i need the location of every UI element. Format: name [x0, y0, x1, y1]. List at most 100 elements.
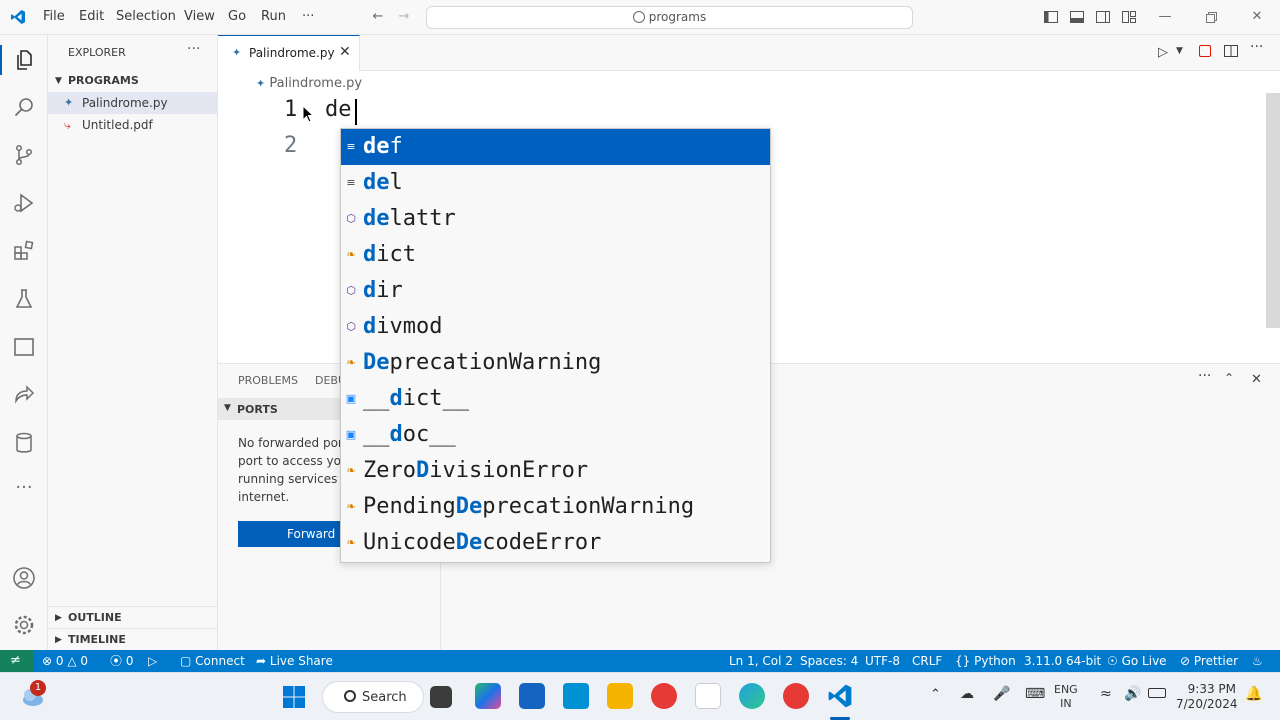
keyboard-icon[interactable]: ⌨ — [1025, 686, 1045, 702]
wps-office-icon[interactable] — [651, 683, 677, 709]
folder-programs[interactable]: ▼ PROGRAMS — [48, 70, 218, 92]
wifi-icon[interactable]: ≈ — [1100, 686, 1112, 702]
cortana-app-icon[interactable] — [563, 683, 589, 709]
suggestion-item[interactable]: ❧ dict — [341, 237, 770, 273]
suggestion-item[interactable]: ❧ DeprecationWarning — [341, 345, 770, 381]
settings-gear-icon[interactable] — [12, 613, 36, 637]
cursor-position[interactable]: Ln 1, Col 2 — [729, 650, 793, 672]
testing-icon[interactable] — [12, 287, 36, 311]
go-live-status[interactable]: ☉ Go Live — [1107, 650, 1167, 672]
microphone-icon[interactable]: 🎤 — [993, 686, 1010, 702]
microsoft-store-icon[interactable] — [519, 683, 545, 709]
accounts-icon[interactable] — [12, 566, 36, 590]
code-line-1: de — [325, 97, 352, 122]
show-hidden-icons-icon[interactable]: ⌃ — [930, 687, 941, 702]
suggestion-item[interactable]: ⬡ divmod — [341, 309, 770, 345]
command-center-search[interactable]: programs — [426, 6, 913, 29]
toggle-panel-icon[interactable] — [1069, 9, 1085, 25]
outline-section[interactable]: ▶ OUTLINE — [48, 606, 218, 628]
menu-more[interactable]: ··· — [302, 9, 314, 24]
tab-palindrome[interactable]: ✦ Palindrome.py ✕ — [218, 35, 360, 71]
tab-problems[interactable]: PROBLEMS — [238, 374, 298, 387]
suggestion-label: dict — [363, 237, 416, 273]
suggestion-item[interactable]: ❧ UnicodeDecodeError — [341, 525, 770, 561]
minimize-icon[interactable]: — — [1157, 9, 1173, 25]
ports-status[interactable]: ⦿ 0 — [110, 650, 133, 672]
menu-edit[interactable]: Edit — [79, 9, 104, 24]
close-panel-icon[interactable]: ✕ — [1251, 372, 1262, 387]
suggestion-item[interactable]: ❧ ZeroDivisionError — [341, 453, 770, 489]
explorer-icon[interactable] — [12, 48, 36, 72]
maximize-panel-icon[interactable]: ⌃ — [1224, 371, 1234, 385]
chrome-browser-icon[interactable] — [783, 683, 809, 709]
search-icon[interactable] — [12, 95, 36, 119]
copilot-icon[interactable] — [475, 683, 501, 709]
ultraviewer-app-icon[interactable] — [695, 683, 721, 709]
restore-icon[interactable] — [1203, 9, 1219, 25]
onedrive-icon[interactable]: ☁ — [960, 686, 974, 702]
database-icon[interactable] — [12, 431, 36, 455]
keyword-icon: ≡ — [346, 176, 356, 189]
notification-bell-icon[interactable]: 🔔 — [1245, 686, 1262, 702]
menu-selection[interactable]: Selection — [116, 9, 176, 24]
python-interpreter[interactable]: 3.11.0 64-bit — [1024, 650, 1101, 672]
menu-view[interactable]: View — [184, 9, 215, 24]
stop-icon[interactable] — [1199, 45, 1211, 57]
problems-status[interactable]: ⊗ 0 △ 0 — [42, 650, 88, 672]
split-editor-icon[interactable] — [1223, 43, 1239, 62]
windows-start-icon[interactable] — [282, 685, 306, 709]
menu-run[interactable]: Run — [261, 9, 286, 24]
run-dropdown-icon[interactable]: ▼ — [1176, 46, 1183, 56]
connect-status[interactable]: ▢ Connect — [180, 650, 245, 672]
prettier-status[interactable]: ⊘ Prettier — [1180, 650, 1238, 672]
edge-browser-icon[interactable] — [739, 683, 765, 709]
toggle-secondary-sidebar-icon[interactable] — [1095, 9, 1111, 25]
run-file-icon[interactable]: ▷ — [1158, 45, 1168, 60]
breadcrumb[interactable]: ✦ Palindrome.py — [256, 76, 362, 91]
customize-layout-icon[interactable] — [1121, 9, 1137, 25]
language-mode[interactable]: {} Python — [955, 650, 1016, 672]
editor-more-actions-icon[interactable]: ··· — [1250, 39, 1263, 55]
editor-scrollbar[interactable] — [1266, 93, 1280, 328]
extensions-icon[interactable] — [12, 239, 36, 263]
encoding[interactable]: UTF-8 — [865, 650, 900, 672]
source-control-icon[interactable] — [12, 143, 36, 167]
volume-icon[interactable]: 🔊 — [1124, 686, 1141, 702]
suggestion-item[interactable]: ≡ def — [341, 129, 770, 165]
forward-arrow-icon[interactable]: → — [396, 9, 412, 25]
language-indicator[interactable]: ENG IN — [1054, 683, 1078, 711]
end-of-line[interactable]: CRLF — [912, 650, 942, 672]
menu-go[interactable]: Go — [228, 9, 246, 24]
indentation[interactable]: Spaces: 4 — [800, 650, 858, 672]
suggestion-item[interactable]: ⬡ delattr — [341, 201, 770, 237]
close-tab-icon[interactable]: ✕ — [339, 44, 351, 60]
close-window-icon[interactable]: ✕ — [1249, 9, 1265, 25]
vscode-taskbar-icon[interactable] — [827, 683, 853, 709]
toggle-primary-sidebar-icon[interactable] — [1043, 9, 1059, 25]
task-view-icon[interactable] — [430, 686, 452, 708]
suggestion-item[interactable]: ❧ PendingDeprecationWarning — [341, 489, 770, 525]
more-views-icon[interactable]: ··· — [12, 479, 36, 503]
menu-file[interactable]: File — [43, 9, 65, 24]
debug-icon[interactable]: ▷ — [148, 650, 157, 672]
live-share-icon[interactable] — [12, 383, 36, 407]
file-item-palindrome[interactable]: ✦ Palindrome.py — [48, 92, 218, 114]
live-share-status[interactable]: ➦ Live Share — [256, 650, 333, 672]
remote-indicator[interactable]: ≠ — [0, 650, 34, 672]
suggestion-item[interactable]: ⬡ dir — [341, 273, 770, 309]
remote-explorer-icon[interactable] — [12, 335, 36, 359]
suggestion-item[interactable]: ▣ __dict__ — [341, 381, 770, 417]
file-item-untitled-pdf[interactable]: ⤷ Untitled.pdf — [48, 114, 218, 136]
run-debug-icon[interactable] — [12, 191, 36, 215]
timeline-section[interactable]: ▶ TIMELINE — [48, 628, 218, 650]
taskbar-search-box[interactable]: Search — [322, 681, 424, 713]
suggestion-item[interactable]: ▣ __doc__ — [341, 417, 770, 453]
battery-icon[interactable] — [1148, 688, 1166, 698]
explorer-more-actions-icon[interactable]: ··· — [187, 41, 200, 57]
suggestion-item[interactable]: ≡ del — [341, 165, 770, 201]
back-arrow-icon[interactable]: ← — [370, 9, 386, 25]
clock[interactable]: 9:33 PM 7/20/2024 — [1176, 682, 1238, 712]
notifications-bell-icon[interactable]: ♨ — [1252, 650, 1263, 672]
panel-more-actions-icon[interactable]: ··· — [1198, 368, 1211, 384]
file-explorer-icon[interactable] — [607, 683, 633, 709]
